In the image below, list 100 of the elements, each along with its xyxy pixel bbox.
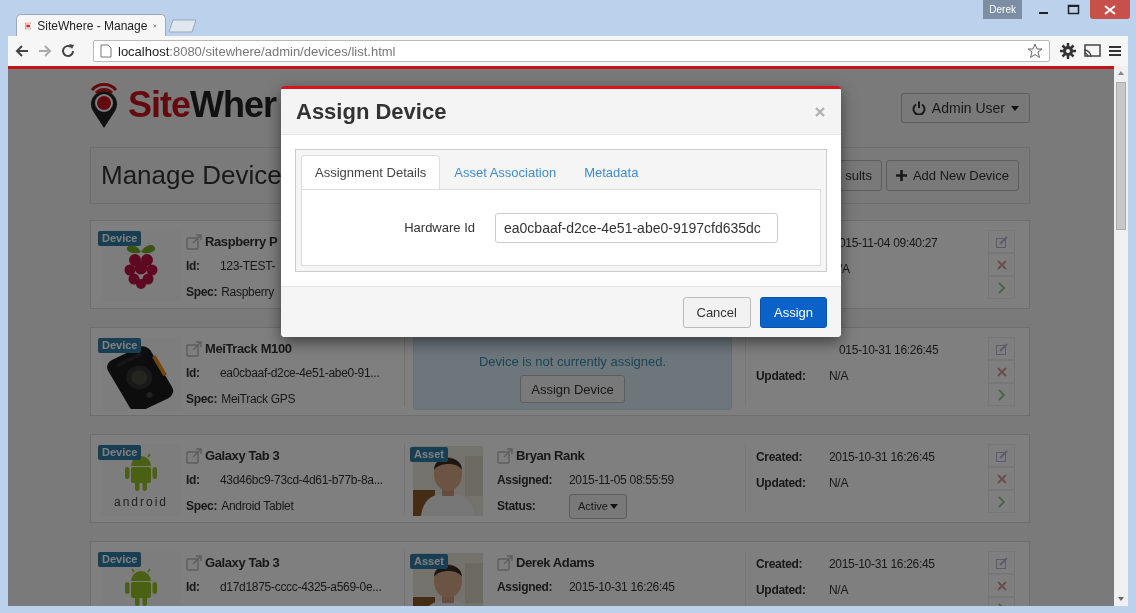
cross-icon xyxy=(996,366,1007,377)
field-label: Created: xyxy=(756,450,804,464)
url-text: localhost:8080/sitewhere/admin/devices/list.html xyxy=(118,43,397,59)
external-link-icon[interactable] xyxy=(186,447,202,464)
field-label: Hardware Id xyxy=(403,220,475,235)
edit-button[interactable] xyxy=(988,337,1015,360)
field-value: 2015-10-31 16:26:45 xyxy=(569,580,675,594)
address-bar[interactable]: localhost:8080/sitewhere/admin/devices/list.html xyxy=(93,40,1050,62)
profile-button[interactable]: Derek xyxy=(983,0,1022,19)
scroll-thumb[interactable] xyxy=(1116,82,1126,230)
pencil-icon xyxy=(995,342,1008,355)
tab[interactable]: Asset Association xyxy=(440,155,571,189)
add-device-button[interactable]: Add New Device xyxy=(885,160,1019,191)
dialog-title: Assign Device xyxy=(296,98,447,125)
field-label: Spec: xyxy=(186,392,218,406)
field-value: N/A xyxy=(829,583,849,597)
close-icon xyxy=(1104,4,1116,15)
field-label: Spec: xyxy=(186,285,218,299)
delete-button[interactable] xyxy=(988,360,1015,383)
close-icon[interactable] xyxy=(815,106,825,117)
page-title: Manage Device xyxy=(101,160,282,191)
close-icon[interactable] xyxy=(153,21,157,30)
device-name: Galaxy Tab 3 xyxy=(205,555,280,570)
delete-button[interactable] xyxy=(988,574,1015,597)
external-link-icon[interactable] xyxy=(186,340,202,357)
open-button[interactable] xyxy=(988,276,1015,299)
window-close-button[interactable] xyxy=(1090,0,1130,19)
text-field[interactable]: ea0cbaaf-d2ce-4e51-abe0-9197cfd635dc xyxy=(495,212,778,243)
assign-device-button[interactable]: Assign Device xyxy=(520,375,625,403)
device-name: Galaxy Tab 3 xyxy=(205,448,280,463)
cast-icon[interactable] xyxy=(1083,44,1101,58)
logo-icon xyxy=(90,81,118,129)
field-value: 015-10-31 16:26:45 xyxy=(839,343,939,357)
field-value: N/A xyxy=(829,476,849,490)
device-badge: Device xyxy=(98,231,142,246)
field-value: Raspberry xyxy=(221,285,274,299)
device-badge: Device xyxy=(98,338,142,353)
device-badge: Device xyxy=(98,445,142,460)
field-value: N/A xyxy=(829,369,849,383)
pencil-icon xyxy=(995,556,1008,569)
field-value: MeiTrack GPS xyxy=(221,392,296,406)
field-label: Updated: xyxy=(756,476,807,490)
field-label: Updated: xyxy=(756,583,807,597)
field-value: d17d1875-cccc-4325-a569-0e... xyxy=(220,580,382,594)
chevron-icon xyxy=(997,388,1006,401)
power-icon xyxy=(911,101,926,115)
assign-button[interactable]: Assign xyxy=(759,296,827,328)
browser-tab[interactable]: SiteWhere - Manage xyxy=(16,14,166,36)
field-label: Updated: xyxy=(756,369,807,383)
caret-icon xyxy=(609,503,618,509)
asset-name: Derek Adams xyxy=(516,555,595,570)
forward-icon[interactable] xyxy=(37,43,53,59)
delete-button[interactable] xyxy=(988,467,1015,490)
field-label: Id: xyxy=(186,473,201,487)
logo-text: SiteWher xyxy=(128,84,277,126)
back-icon[interactable] xyxy=(14,43,30,59)
external-link-icon[interactable] xyxy=(186,233,202,250)
assignment-message: Device is not currently assigned. xyxy=(478,354,667,369)
cross-icon xyxy=(996,580,1007,591)
open-button[interactable] xyxy=(988,383,1015,406)
field-value: 2015-10-31 16:26:45 xyxy=(829,557,935,571)
plus-icon xyxy=(895,170,907,181)
menu-icon[interactable] xyxy=(1108,44,1122,58)
settings-icon[interactable] xyxy=(1060,43,1076,59)
page-icon xyxy=(100,44,112,58)
star-icon[interactable] xyxy=(1027,43,1043,59)
external-link-icon[interactable] xyxy=(497,447,513,464)
brand-text: android xyxy=(114,494,168,509)
tab[interactable]: Assignment Details xyxy=(301,155,441,189)
field-value: 2015-11-05 08:55:59 xyxy=(569,473,674,487)
field-label: Id: xyxy=(186,259,201,273)
new-tab-icon[interactable] xyxy=(168,19,198,33)
chevron-icon xyxy=(997,281,1006,294)
field-label: Created: xyxy=(756,557,804,571)
open-button[interactable] xyxy=(988,490,1015,513)
edit-button[interactable] xyxy=(988,444,1015,467)
chevron-icon xyxy=(997,495,1006,508)
pencil-icon xyxy=(995,449,1008,462)
field-value: 123-TEST- xyxy=(220,259,276,273)
asset-badge: Asset xyxy=(410,447,448,462)
edit-button[interactable] xyxy=(988,551,1015,574)
asset-name: Bryan Rank xyxy=(516,448,585,463)
pencil-icon xyxy=(995,235,1008,248)
tab[interactable]: Metadata xyxy=(570,155,653,189)
field-label: Id: xyxy=(186,366,201,380)
device-name: MeiTrack M100 xyxy=(205,341,292,356)
edit-button[interactable] xyxy=(988,230,1015,253)
field-label: Assigned: xyxy=(497,473,554,487)
delete-button[interactable] xyxy=(988,253,1015,276)
user-menu-button[interactable]: Admin User xyxy=(900,93,1030,123)
field-value: 2015-10-31 16:26:45 xyxy=(829,450,935,464)
reload-icon[interactable] xyxy=(60,43,76,59)
field-value: 43d46bc9-73cd-4d61-b77b-8a... xyxy=(220,473,383,487)
cancel-button[interactable]: Cancel xyxy=(682,296,751,328)
external-link-icon[interactable] xyxy=(497,554,513,571)
device-name: Raspberry P xyxy=(205,234,278,249)
external-link-icon[interactable] xyxy=(186,554,202,571)
caret-icon xyxy=(1011,105,1019,111)
cross-icon xyxy=(996,473,1007,484)
status-dropdown[interactable]: Active xyxy=(569,493,627,519)
